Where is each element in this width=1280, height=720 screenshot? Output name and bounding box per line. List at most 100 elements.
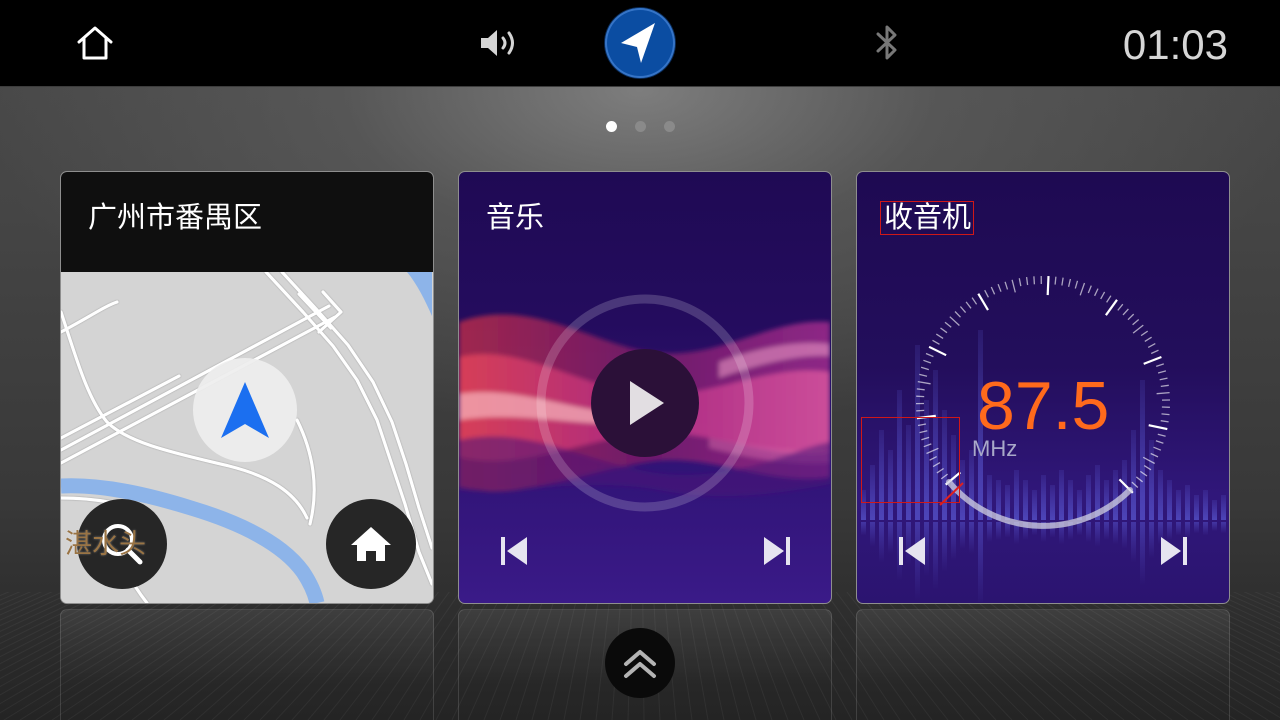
equalizer-bar xyxy=(1023,480,1028,520)
equalizer-bar xyxy=(1194,495,1199,520)
home-icon xyxy=(351,527,391,561)
dial-tick xyxy=(1160,384,1169,388)
equalizer-bar-reflection xyxy=(1149,522,1154,558)
skip-next-icon[interactable] xyxy=(1159,535,1189,567)
dial-tick xyxy=(1147,343,1156,348)
dial-tick xyxy=(1155,440,1164,444)
dial-tick xyxy=(1156,391,1170,395)
map-home-button[interactable] xyxy=(326,499,416,589)
dial-tick xyxy=(1105,299,1118,316)
skip-previous-icon[interactable] xyxy=(897,535,927,567)
dial-tick xyxy=(932,339,940,345)
equalizer-bar-reflection xyxy=(870,522,875,547)
dial-tick xyxy=(1094,288,1099,297)
dial-tick xyxy=(935,333,944,339)
equalizer-bar-reflection xyxy=(1131,522,1136,563)
dial-tick xyxy=(1054,276,1057,285)
equalizer-bar-reflection xyxy=(879,522,884,563)
card-reflection xyxy=(60,609,434,720)
dial-tick xyxy=(1157,370,1167,374)
music-card[interactable]: 音乐 xyxy=(458,171,832,604)
equalizer-bar-reflection xyxy=(1203,522,1208,536)
equalizer-bar xyxy=(1059,470,1064,520)
map-location-title: 广州市番禺区 xyxy=(88,200,263,234)
volume-icon[interactable] xyxy=(479,27,525,59)
map-road xyxy=(61,374,181,440)
double-chevron-up-icon xyxy=(624,650,656,678)
equalizer-bar xyxy=(1068,480,1073,520)
music-title: 音乐 xyxy=(486,200,545,234)
status-bar: 01:03 xyxy=(0,0,1280,87)
equalizer-bar-reflection xyxy=(1212,522,1217,531)
equalizer-bar xyxy=(1131,430,1136,520)
play-button[interactable] xyxy=(591,349,699,457)
equalizer-bar xyxy=(1005,485,1010,520)
equalizer-bar-reflection xyxy=(1005,522,1010,538)
dial-tick xyxy=(971,297,978,305)
dial-tick xyxy=(928,345,947,357)
dial-tick xyxy=(997,283,1002,292)
equalizer-bar xyxy=(1176,490,1181,520)
skip-next-icon[interactable] xyxy=(762,535,792,567)
equalizer-bar-reflection xyxy=(996,522,1001,540)
dial-tick xyxy=(916,409,925,412)
dial-tick xyxy=(1061,277,1064,286)
dial-tick xyxy=(916,388,925,391)
map-place-label: 湛水头 xyxy=(65,529,146,560)
dial-tick xyxy=(1004,281,1009,290)
dial-tick xyxy=(1143,355,1162,365)
equalizer-bar xyxy=(1077,490,1082,520)
map-road xyxy=(61,300,119,334)
dial-tick xyxy=(1100,291,1106,300)
equalizer-bar-reflection xyxy=(1104,522,1109,540)
dial-tick xyxy=(1132,319,1140,326)
dial-tick xyxy=(1132,324,1144,334)
navigation-button[interactable] xyxy=(605,8,675,78)
map-road xyxy=(295,418,316,526)
clock-time: 01:03 xyxy=(1122,21,1228,68)
equalizer-bar-reflection xyxy=(987,522,992,543)
page-dot[interactable] xyxy=(634,121,646,132)
equalizer-bar xyxy=(1104,480,1109,520)
bluetooth-icon[interactable] xyxy=(874,22,900,64)
map-card[interactable]: 广州市番禺区 湛水头 xyxy=(60,171,434,604)
dial-tick xyxy=(1155,363,1165,368)
dial-tick xyxy=(944,321,952,328)
dial-tick xyxy=(977,293,989,311)
equalizer-bar xyxy=(1086,475,1091,520)
equalizer-bar-reflection xyxy=(1221,522,1226,534)
dial-tick xyxy=(1106,295,1112,303)
frequency-readout: 87.5 xyxy=(977,368,1110,444)
dial-tick xyxy=(1144,336,1152,342)
page-dot[interactable] xyxy=(663,121,675,132)
expand-apps-button[interactable] xyxy=(605,628,675,698)
dial-tick xyxy=(1079,282,1086,296)
equalizer-bar xyxy=(1158,470,1163,520)
equalizer-bar xyxy=(1014,470,1019,520)
equalizer-bar-reflection xyxy=(978,522,983,602)
equalizer-bar-reflection xyxy=(1086,522,1091,543)
dial-tick xyxy=(923,359,932,364)
dial-tick xyxy=(1087,285,1092,294)
dial-tick xyxy=(1025,277,1029,286)
dial-bottom-arc xyxy=(946,479,1133,529)
navigation-arrow-icon xyxy=(621,23,655,63)
dial-tick xyxy=(984,289,989,298)
dial-tick xyxy=(1074,280,1079,289)
dial-tick xyxy=(1018,278,1022,287)
equalizer-bar-reflection xyxy=(1140,522,1145,585)
dial-tick xyxy=(1161,413,1170,416)
equalizer-bar xyxy=(1212,500,1217,520)
dial-tick xyxy=(965,301,972,309)
dial-tick xyxy=(954,311,961,318)
page-dot-active[interactable] xyxy=(605,121,617,132)
equalizer-bar-reflection xyxy=(1113,522,1118,545)
equalizer-bar xyxy=(1221,495,1226,520)
dial-tick xyxy=(1140,330,1149,337)
skip-previous-icon[interactable] xyxy=(499,535,529,567)
radio-card[interactable]: 收音机 87.5 MHz xyxy=(856,171,1230,604)
dial-tick xyxy=(1122,308,1129,316)
home-icon[interactable] xyxy=(76,24,114,62)
equalizer-bar-reflection xyxy=(861,522,866,536)
equalizer-bar xyxy=(1185,485,1190,520)
